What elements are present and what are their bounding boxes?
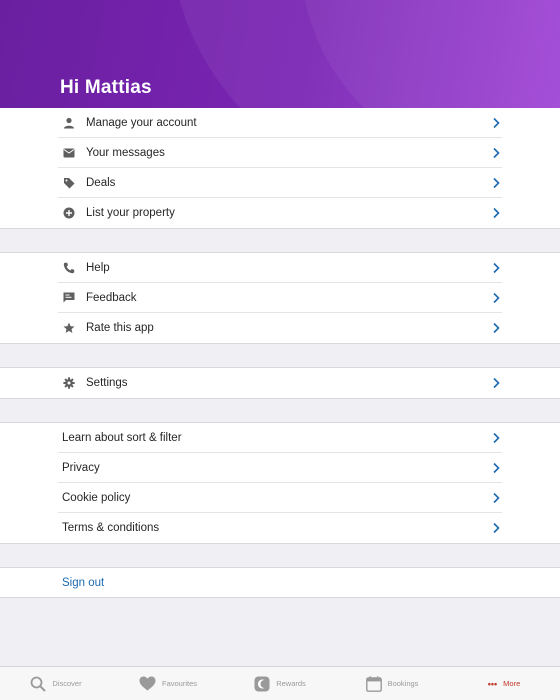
tab-label: More xyxy=(503,679,521,688)
tab-label: Rewards xyxy=(276,679,306,688)
menu-item-label: Your messages xyxy=(86,146,165,159)
profile-header: Hi Mattias xyxy=(0,0,560,108)
chevron-right-icon xyxy=(493,117,500,129)
star-icon xyxy=(59,322,79,334)
legal-group: Learn about sort & filter Privacy Cookie… xyxy=(0,423,560,544)
tab-rewards[interactable]: Rewards xyxy=(224,667,336,700)
calendar-icon xyxy=(365,675,382,692)
tag-icon xyxy=(59,177,79,189)
section-spacer xyxy=(0,344,560,368)
gear-icon xyxy=(59,377,79,389)
tab-favourites[interactable]: Favourites xyxy=(112,667,224,700)
menu-item-label: Help xyxy=(86,261,110,274)
menu-item-rate-app[interactable]: Rate this app xyxy=(58,313,502,343)
menu-item-label: Rate this app xyxy=(86,322,154,334)
menu-item-cookie-policy[interactable]: Cookie policy xyxy=(58,483,502,513)
menu-item-label: Terms & conditions xyxy=(62,522,160,534)
add-circle-icon xyxy=(59,207,79,219)
greeting-title: Hi Mattias xyxy=(60,77,152,98)
heart-icon xyxy=(139,676,156,691)
tab-bookings[interactable]: Bookings xyxy=(336,667,448,700)
signout-group: Sign out xyxy=(0,568,560,598)
menu-item-list-property[interactable]: List your property xyxy=(58,198,502,228)
settings-group: Settings xyxy=(0,368,560,399)
search-icon xyxy=(31,676,47,692)
tab-discover[interactable]: Discover xyxy=(0,667,112,700)
chevron-right-icon xyxy=(493,262,500,274)
account-group: Manage your account Your messages Deals … xyxy=(0,108,560,229)
menu-item-label: Privacy xyxy=(62,461,100,474)
support-group: Help Feedback Rate this app xyxy=(0,253,560,344)
menu-item-label: Cookie policy xyxy=(62,491,131,504)
section-spacer xyxy=(0,544,560,568)
menu-item-label: Manage your account xyxy=(86,116,197,129)
chevron-right-icon xyxy=(493,207,500,219)
phone-icon xyxy=(59,262,79,274)
more-dots-icon: ••• xyxy=(487,678,498,689)
chevron-right-icon xyxy=(493,377,500,389)
chevron-right-icon xyxy=(493,292,500,304)
menu-item-manage-account[interactable]: Manage your account xyxy=(58,108,502,138)
sign-out-button[interactable]: Sign out xyxy=(58,568,560,597)
menu-item-label: Deals xyxy=(86,176,116,189)
section-spacer xyxy=(0,229,560,253)
mail-icon xyxy=(59,148,79,158)
tab-label: Favourites xyxy=(161,679,197,688)
tab-more[interactable]: ••• More xyxy=(448,667,560,700)
feedback-icon xyxy=(59,292,79,303)
menu-item-label: Learn about sort & filter xyxy=(62,431,182,444)
chevron-right-icon xyxy=(493,177,500,189)
rewards-icon xyxy=(254,676,270,691)
bottom-tab-bar: Discover Favourites Rewards Bookings •••… xyxy=(0,666,560,700)
section-spacer xyxy=(0,399,560,423)
menu-item-feedback[interactable]: Feedback xyxy=(58,283,502,313)
menu-item-settings[interactable]: Settings xyxy=(58,368,502,398)
tab-label: Bookings xyxy=(387,679,419,688)
chevron-right-icon xyxy=(493,492,500,504)
person-icon xyxy=(59,117,79,129)
menu-item-deals[interactable]: Deals xyxy=(58,168,502,198)
sign-out-label: Sign out xyxy=(62,576,105,589)
chevron-right-icon xyxy=(493,147,500,159)
menu-item-label: Feedback xyxy=(86,291,137,304)
menu-item-terms[interactable]: Terms & conditions xyxy=(58,513,502,543)
menu-item-messages[interactable]: Your messages xyxy=(58,138,502,168)
tab-label: Discover xyxy=(52,679,82,688)
menu-item-help[interactable]: Help xyxy=(58,253,502,283)
chevron-right-icon xyxy=(493,522,500,534)
menu-item-label: List your property xyxy=(86,207,175,219)
chevron-right-icon xyxy=(493,322,500,334)
menu-item-sort-filter[interactable]: Learn about sort & filter xyxy=(58,423,502,453)
chevron-right-icon xyxy=(493,432,500,444)
chevron-right-icon xyxy=(493,462,500,474)
menu-item-privacy[interactable]: Privacy xyxy=(58,453,502,483)
menu-content: Manage your account Your messages Deals … xyxy=(0,108,560,598)
menu-item-label: Settings xyxy=(86,377,128,389)
